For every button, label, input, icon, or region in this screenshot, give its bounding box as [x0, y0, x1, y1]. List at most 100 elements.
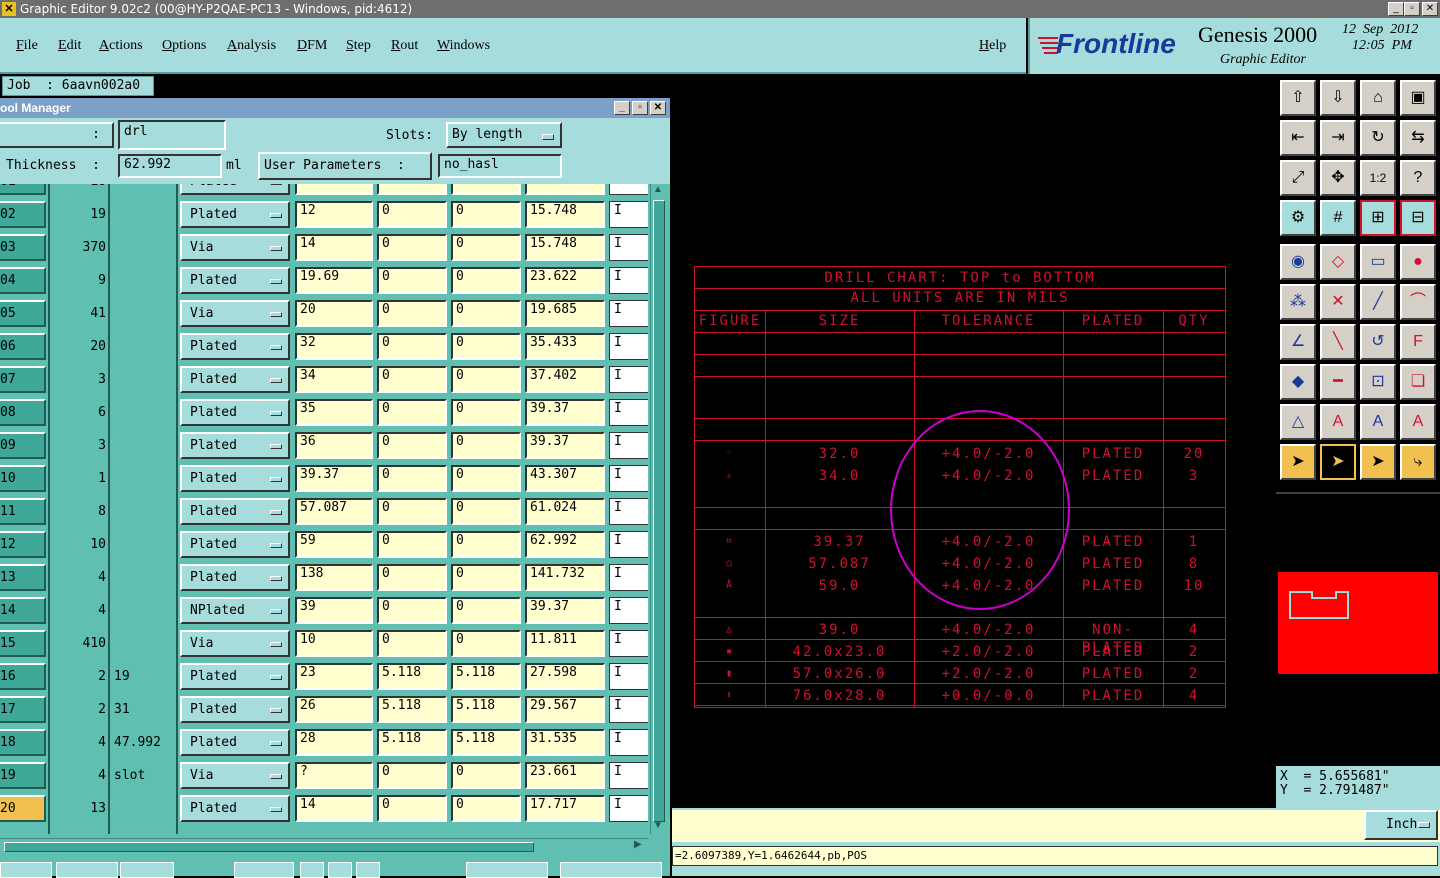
menu-file[interactable]: File: [16, 38, 38, 54]
command-area[interactable]: Inch: [672, 808, 1440, 842]
tool-finish-size-input[interactable]: 23.661: [525, 762, 605, 789]
tool-finish-size-input[interactable]: 19.685: [525, 300, 605, 327]
tool-min-tol-input[interactable]: 0: [377, 399, 447, 426]
slots-dropdown[interactable]: By length: [446, 122, 562, 148]
tool-min-tol-input[interactable]: 0: [377, 531, 447, 558]
tool-table-horizontal-scrollbar[interactable]: ▶: [0, 838, 648, 855]
tool-number-button[interactable]: 18: [0, 729, 46, 756]
route-icon[interactable]: ⤷: [1400, 444, 1436, 480]
tool-max-tol-input[interactable]: 0: [451, 366, 521, 393]
tool-type-dropdown[interactable]: Via: [180, 762, 290, 789]
scroll-down-arrow-icon[interactable]: ▼: [653, 820, 663, 831]
feature-icon[interactable]: ●: [1400, 244, 1436, 280]
scroll-up-arrow-icon[interactable]: ▲: [653, 184, 663, 195]
tool-min-tol-input[interactable]: 0: [377, 201, 447, 228]
tool-extra-input[interactable]: I: [609, 531, 648, 558]
tool-min-tol-input[interactable]: 0: [377, 795, 447, 822]
tool-max-tol-input[interactable]: 0: [451, 465, 521, 492]
help-icon[interactable]: ?: [1400, 160, 1436, 196]
copy-icon[interactable]: ❏: [1400, 364, 1436, 400]
one-to-one-icon[interactable]: 1:2: [1360, 160, 1396, 196]
tool-extra-input[interactable]: I: [609, 399, 648, 426]
fit-view-icon[interactable]: ⤢: [1280, 160, 1316, 196]
triangle-icon[interactable]: △: [1280, 404, 1316, 440]
tool-size-input[interactable]: 19.69: [295, 267, 373, 294]
close-button[interactable]: ✕: [1422, 2, 1438, 16]
zoom-forward-icon[interactable]: ⇥: [1320, 120, 1356, 156]
tool-extra-input[interactable]: I: [609, 465, 648, 492]
tool-finish-size-input[interactable]: 15.748: [525, 234, 605, 261]
tool-max-tol-input[interactable]: 0: [451, 184, 521, 195]
tool-size-input[interactable]: 26: [295, 696, 373, 723]
tool-number-button[interactable]: 04: [0, 267, 46, 294]
tool-size-input[interactable]: 28: [295, 729, 373, 756]
overview-map[interactable]: [1278, 572, 1438, 674]
tool-extra-input[interactable]: I: [609, 729, 648, 756]
tool-extra-input[interactable]: I: [609, 597, 648, 624]
tool-type-dropdown[interactable]: Plated: [180, 366, 290, 393]
tool-extra-input[interactable]: I: [609, 663, 648, 690]
pointer-orange-icon[interactable]: ➤: [1360, 444, 1396, 480]
tool-finish-size-input[interactable]: 35.433: [525, 333, 605, 360]
tool-max-tol-input[interactable]: 0: [451, 333, 521, 360]
triangle-c-icon[interactable]: A: [1400, 404, 1436, 440]
user-parameters-input[interactable]: no_hasl: [438, 154, 562, 178]
tool-number-button[interactable]: 12: [0, 531, 46, 558]
tool-extra-input[interactable]: I: [609, 762, 648, 789]
tool-min-tol-input[interactable]: 0: [377, 498, 447, 525]
tool-extra-input[interactable]: I: [609, 201, 648, 228]
tool-size-input[interactable]: 32: [295, 333, 373, 360]
tool-max-tol-input[interactable]: 0: [451, 267, 521, 294]
tool-type-dropdown[interactable]: Via: [180, 630, 290, 657]
tool-finish-size-input[interactable]: 15.748: [525, 184, 605, 195]
zoom-back-icon[interactable]: ⇤: [1280, 120, 1316, 156]
arc-icon[interactable]: ⌒: [1400, 284, 1436, 320]
tool-number-button[interactable]: 05: [0, 300, 46, 327]
tool-max-tol-input[interactable]: 0: [451, 399, 521, 426]
tool-extra-input[interactable]: I: [609, 432, 648, 459]
tool-extra-input[interactable]: I: [609, 795, 648, 822]
tool-type-dropdown[interactable]: Plated: [180, 729, 290, 756]
tool-type-dropdown[interactable]: Plated: [180, 696, 290, 723]
snap-icon[interactable]: ⊞: [1360, 200, 1396, 236]
tool-type-dropdown[interactable]: Plated: [180, 531, 290, 558]
grid-icon[interactable]: #: [1320, 200, 1356, 236]
minimize-button[interactable]: _: [1388, 2, 1404, 16]
tool-min-tol-input[interactable]: 0: [377, 234, 447, 261]
move-layer-up-icon[interactable]: ⇧: [1280, 80, 1316, 116]
tool-type-dropdown[interactable]: Plated: [180, 564, 290, 591]
pointer-black-icon[interactable]: ➤: [1320, 444, 1356, 480]
tool-min-tol-input[interactable]: 0: [377, 184, 447, 195]
tool-min-tol-input[interactable]: 0: [377, 597, 447, 624]
ruler-icon[interactable]: ▭: [1360, 244, 1396, 280]
text-icon[interactable]: F: [1400, 324, 1436, 360]
tool-number-button[interactable]: 03: [0, 234, 46, 261]
angle-icon[interactable]: ∠: [1280, 324, 1316, 360]
tool-min-tol-input[interactable]: 0: [377, 366, 447, 393]
tool-size-input[interactable]: 15: [295, 184, 373, 195]
tool-min-tol-input[interactable]: 0: [377, 465, 447, 492]
settings-icon[interactable]: ⚙: [1280, 200, 1316, 236]
pan-icon[interactable]: ⇆: [1400, 120, 1436, 156]
move-layer-down-icon[interactable]: ⇩: [1320, 80, 1356, 116]
tool-finish-size-input[interactable]: 11.811: [525, 630, 605, 657]
triangle-b-icon[interactable]: A: [1360, 404, 1396, 440]
tool-min-tol-input[interactable]: 0: [377, 267, 447, 294]
maximize-button[interactable]: ▫: [1404, 2, 1420, 16]
tool-max-tol-input[interactable]: 5.118: [451, 663, 521, 690]
tool-size-input[interactable]: 59: [295, 531, 373, 558]
triangle-a-icon[interactable]: A: [1320, 404, 1356, 440]
tool-max-tol-input[interactable]: 0: [451, 498, 521, 525]
menu-windows[interactable]: Windows: [437, 38, 490, 54]
tool-finish-size-input[interactable]: 43.307: [525, 465, 605, 492]
tool-max-tol-input[interactable]: 0: [451, 201, 521, 228]
unit-dropdown[interactable]: Inch: [1364, 810, 1438, 840]
tool-number-button[interactable]: 20: [0, 795, 46, 822]
tool-min-tol-input[interactable]: 0: [377, 300, 447, 327]
user-parameters-button[interactable]: User Parameters :: [258, 152, 432, 180]
menu-options[interactable]: Options: [162, 38, 206, 54]
tool-min-tol-input[interactable]: 5.118: [377, 729, 447, 756]
tool-type-dropdown[interactable]: Plated: [180, 465, 290, 492]
tool-type-dropdown[interactable]: Plated: [180, 201, 290, 228]
tool-min-tol-input[interactable]: 0: [377, 333, 447, 360]
